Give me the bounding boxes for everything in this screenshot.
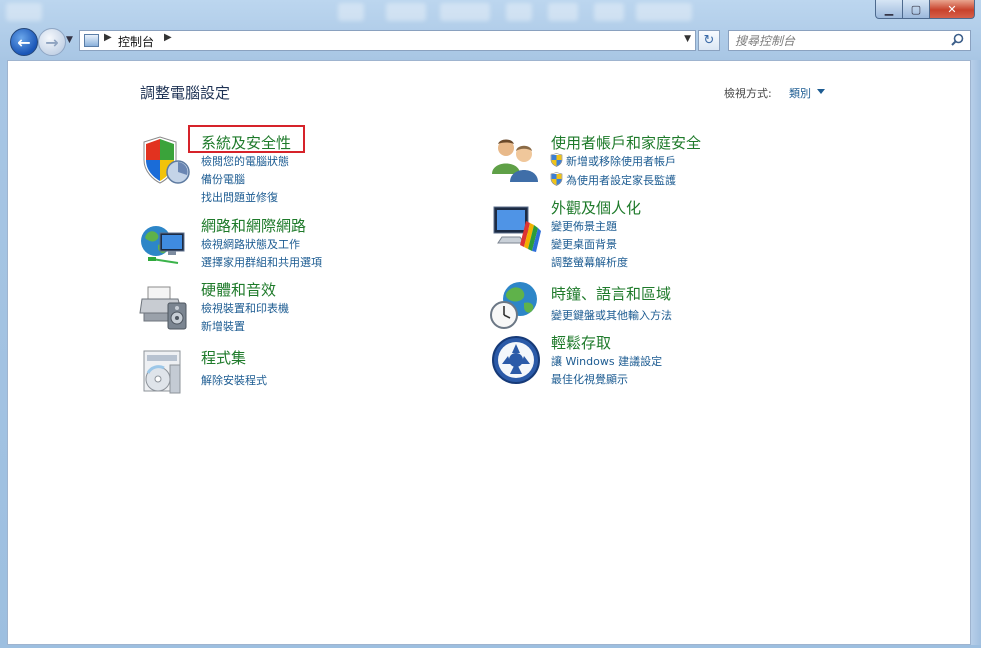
clock-globe-icon[interactable] <box>490 279 542 331</box>
link-homegroup-sharing[interactable]: 選擇家用群組和共用選項 <box>201 254 322 270</box>
link-change-theme[interactable]: 變更佈景主題 <box>551 218 617 234</box>
window-frame-right <box>971 60 981 645</box>
link-find-fix-problems[interactable]: 找出問題並修復 <box>201 189 278 205</box>
category-ease-of-access[interactable]: 輕鬆存取 <box>551 332 611 353</box>
maximize-button[interactable]: ▢ <box>903 0 930 19</box>
link-add-device[interactable]: 新增裝置 <box>201 318 245 334</box>
back-button[interactable]: ← <box>10 28 38 56</box>
link-adjust-screen-resolution[interactable]: 調整螢幕解析度 <box>551 254 628 270</box>
category-appearance-personalization[interactable]: 外觀及個人化 <box>551 197 641 218</box>
title-bar: ▁ ▢ ✕ <box>0 0 981 26</box>
users-icon[interactable] <box>490 134 542 186</box>
view-by-dropdown[interactable]: 類別 <box>789 85 811 101</box>
breadcrumb-separator-icon[interactable]: ▶ <box>164 32 172 43</box>
chevron-down-icon: ▼ <box>66 35 73 45</box>
back-arrow-icon: ← <box>17 32 31 52</box>
blurred-title-region <box>6 3 42 21</box>
category-clock-language-region[interactable]: 時鐘、語言和區域 <box>551 283 671 304</box>
address-dropdown-icon[interactable]: ▼ <box>684 34 691 44</box>
control-panel-window: ▁ ▢ ✕ ← → ▼ ▶ 控制台 ▶ ▼ ↻ 調整電腦設定 檢視方式: 類別 <box>0 0 981 648</box>
breadcrumb-control-panel[interactable]: 控制台 <box>118 33 154 50</box>
recent-pages-button[interactable]: ▼ <box>66 35 76 45</box>
link-uninstall-program[interactable]: 解除安裝程式 <box>201 372 267 388</box>
minimize-icon: ▁ <box>884 2 894 16</box>
uac-shield-icon <box>550 172 563 186</box>
category-user-accounts-family-safety[interactable]: 使用者帳戶和家庭安全 <box>551 132 701 153</box>
content-pane: 調整電腦設定 檢視方式: 類別 系統及安全性 檢閱您的電腦狀態 備份電腦 找出問… <box>7 60 971 645</box>
link-let-windows-suggest[interactable]: 讓 Windows 建議設定 <box>551 353 662 369</box>
blurred-title-region <box>338 3 364 21</box>
link-review-computer-status[interactable]: 檢閱您的電腦狀態 <box>201 153 289 169</box>
link-change-desktop-background[interactable]: 變更桌面背景 <box>551 236 617 252</box>
appearance-monitor-icon[interactable] <box>490 201 542 253</box>
blurred-title-region <box>506 3 532 21</box>
link-parental-controls[interactable]: 為使用者設定家長監護 <box>566 172 676 188</box>
printer-speaker-icon[interactable] <box>138 281 190 333</box>
link-view-network-status[interactable]: 檢視網路狀態及工作 <box>201 236 300 252</box>
blurred-title-region <box>386 3 426 21</box>
ease-of-access-icon[interactable] <box>490 334 542 386</box>
blurred-title-region <box>594 3 624 21</box>
chevron-down-icon[interactable] <box>817 89 825 94</box>
navigation-bar: ← → ▼ ▶ 控制台 ▶ ▼ ↻ <box>0 27 981 57</box>
search-icon[interactable] <box>951 33 964 46</box>
link-change-keyboard-input[interactable]: 變更鍵盤或其他輸入方法 <box>551 307 672 323</box>
address-bar[interactable]: ▶ 控制台 ▶ ▼ <box>79 30 696 51</box>
link-optimize-visual-display[interactable]: 最佳化視覺顯示 <box>551 371 628 387</box>
category-network-internet[interactable]: 網路和網際網路 <box>201 215 306 236</box>
category-hardware-sound[interactable]: 硬體和音效 <box>201 279 276 300</box>
blurred-title-region <box>548 3 578 21</box>
search-box[interactable] <box>728 30 971 51</box>
maximize-icon: ▢ <box>910 2 922 16</box>
forward-arrow-icon: → <box>45 32 59 52</box>
link-view-devices-printers[interactable]: 檢視裝置和印表機 <box>201 300 289 316</box>
refresh-button[interactable]: ↻ <box>698 30 720 51</box>
forward-button[interactable]: → <box>38 28 66 56</box>
link-add-remove-accounts[interactable]: 新增或移除使用者帳戶 <box>566 153 676 169</box>
control-panel-icon <box>84 34 99 47</box>
blurred-title-region <box>440 3 490 21</box>
minimize-button[interactable]: ▁ <box>875 0 903 19</box>
uac-shield-icon <box>550 153 563 167</box>
network-globe-icon[interactable] <box>138 219 190 271</box>
shield-computer-icon[interactable] <box>138 134 190 186</box>
category-programs[interactable]: 程式集 <box>201 347 246 368</box>
highlight-box <box>188 125 305 153</box>
view-by-label: 檢視方式: <box>724 87 772 100</box>
search-input[interactable] <box>729 31 951 50</box>
close-button[interactable]: ✕ <box>930 0 975 19</box>
blurred-title-region <box>636 3 692 21</box>
close-icon: ✕ <box>947 2 957 16</box>
link-backup-computer[interactable]: 備份電腦 <box>201 171 245 187</box>
refresh-icon: ↻ <box>703 33 715 48</box>
breadcrumb-separator-icon[interactable]: ▶ <box>104 32 112 43</box>
programs-disc-icon[interactable] <box>138 347 190 399</box>
page-title: 調整電腦設定 <box>140 84 231 102</box>
